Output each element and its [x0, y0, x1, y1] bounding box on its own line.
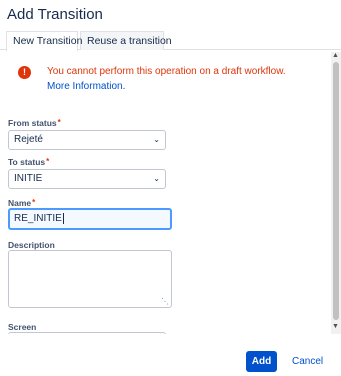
- to-status-label-text: To status: [8, 157, 46, 167]
- text-caret: [62, 212, 64, 224]
- description-textarea[interactable]: ⋱: [8, 250, 172, 308]
- dialog-content: ! You cannot perform this operation on a…: [0, 52, 331, 334]
- required-marker: *: [46, 157, 50, 166]
- to-status-select[interactable]: INITIE ⌄: [8, 169, 166, 189]
- from-status-label: From status*: [8, 118, 61, 128]
- scroll-thumb[interactable]: [333, 62, 339, 320]
- screen-select[interactable]: [8, 332, 166, 334]
- screen-label: Screen: [8, 322, 37, 332]
- error-icon: !: [18, 66, 31, 79]
- more-information-link[interactable]: More Information.: [47, 81, 125, 92]
- chevron-down-icon: ⌄: [153, 135, 160, 144]
- description-label: Description: [8, 240, 55, 250]
- add-button[interactable]: Add: [246, 351, 277, 372]
- from-status-label-text: From status: [8, 118, 57, 128]
- name-input[interactable]: RE_INITIE: [8, 208, 172, 230]
- tab-new-transition[interactable]: New Transition: [6, 31, 82, 51]
- to-status-value: INITIE: [14, 173, 43, 184]
- from-status-select[interactable]: Rejeté ⌄: [8, 130, 166, 150]
- scroll-down-icon[interactable]: ▼: [332, 323, 339, 330]
- name-label-text: Name: [8, 198, 32, 208]
- content-scrollbar[interactable]: ▲ ▼: [331, 52, 341, 334]
- to-status-label: To status*: [8, 157, 49, 167]
- from-status-value: Rejeté: [14, 134, 43, 145]
- required-marker: *: [57, 118, 61, 127]
- dialog-title: Add Transition: [7, 6, 103, 23]
- resize-handle-icon[interactable]: ⋱: [161, 297, 169, 306]
- chevron-down-icon: ⌄: [153, 174, 160, 183]
- name-label: Name*: [8, 198, 35, 208]
- tab-bar: New Transition Reuse a transition: [0, 31, 341, 51]
- scroll-up-icon[interactable]: ▲: [332, 52, 339, 59]
- required-marker: *: [32, 198, 36, 207]
- name-input-value: RE_INITIE: [14, 213, 62, 224]
- tab-reuse-transition[interactable]: Reuse a transition: [80, 31, 172, 50]
- error-text: You cannot perform this operation on a d…: [47, 66, 286, 77]
- cancel-button[interactable]: Cancel: [292, 351, 323, 372]
